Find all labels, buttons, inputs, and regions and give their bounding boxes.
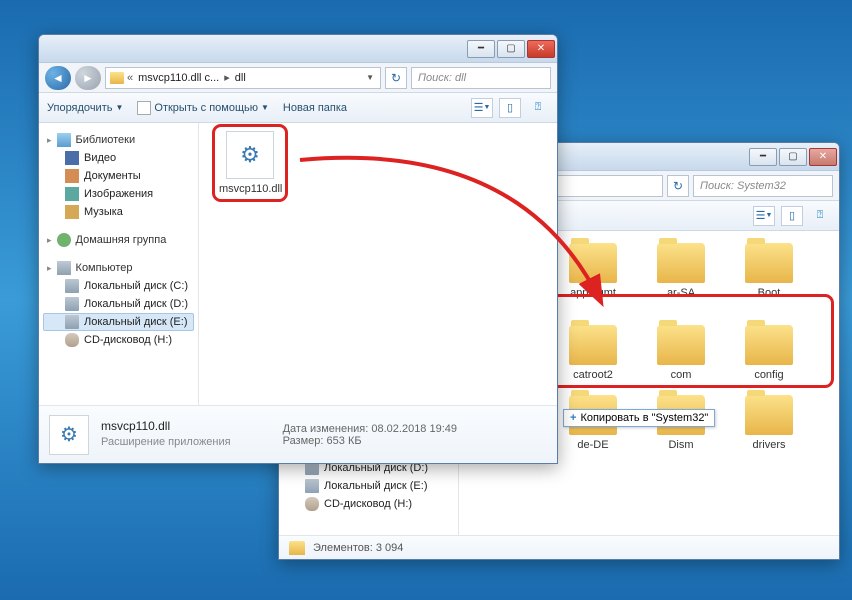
tooltip-text: Копировать в "System32" [580,412,708,424]
explorer-window-dll[interactable]: ━ ▢ ✕ ◄ ► « msvcp110.dll c... ▸ dll ▼ ↻ … [38,34,558,464]
search-placeholder: Поиск: System32 [700,180,786,192]
help-button[interactable]: ⍰ [809,206,831,226]
details-modified-value: 08.02.2018 19:49 [371,423,457,435]
details-pane: ⚙ msvcp110.dll Расширение приложения Дат… [39,405,557,463]
search-placeholder: Поиск: dll [418,72,466,84]
file-msvcp110-dll[interactable]: msvcp110.dll [215,127,285,199]
content-area[interactable]: msvcp110.dll [199,123,557,405]
plus-icon: + [570,412,576,424]
sidebar-documents[interactable]: Документы [43,167,194,185]
sidebar-drive-e[interactable]: Локальный диск (E:) [283,477,454,495]
details-filetype: Расширение приложения [101,435,231,450]
file-thumb-icon [226,131,274,179]
folder-label: Dism [647,439,715,451]
close-button[interactable]: ✕ [809,148,837,166]
sidebar-video[interactable]: Видео [43,149,194,167]
refresh-button[interactable]: ↻ [667,175,689,197]
details-modified-label: Дата изменения: [283,423,369,435]
details-filename: msvcp110.dll [101,418,231,435]
sidebar-homegroup[interactable]: ▸Домашняя группа [43,231,194,249]
minimize-button[interactable]: ━ [467,40,495,58]
new-folder-button[interactable]: Новая папка [283,102,347,114]
crumb-seg-1[interactable]: msvcp110.dll c... [136,72,221,84]
view-button[interactable]: ☰ ▼ [471,98,493,118]
sidebar: ▸Библиотеки Видео Документы Изображения … [39,123,199,405]
drop-tooltip: + Копировать в "System32" [563,409,715,427]
minimize-button[interactable]: ━ [749,148,777,166]
open-with-button[interactable]: Открыть с помощью ▼ [137,101,269,115]
status-text: Элементов: 3 094 [313,542,403,554]
titlebar[interactable]: ━ ▢ ✕ [39,35,557,63]
back-button[interactable]: ◄ [45,66,71,90]
preview-pane-button[interactable]: ▯ [781,206,803,226]
close-button[interactable]: ✕ [527,40,555,58]
folder-icon [110,72,124,84]
folder-icon [657,243,705,283]
breadcrumb[interactable]: « msvcp110.dll c... ▸ dll ▼ [105,67,381,89]
details-size-value: 653 КБ [327,435,362,447]
folder-label: de-DE [559,439,627,451]
sidebar-drive-e[interactable]: Локальный диск (E:) [43,313,194,331]
maximize-button[interactable]: ▢ [779,148,807,166]
forward-button[interactable]: ► [75,66,101,90]
sidebar-drive-h[interactable]: CD-дисковод (H:) [283,495,454,513]
maximize-button[interactable]: ▢ [497,40,525,58]
toolbar: Упорядочить ▼ Открыть с помощью ▼ Новая … [39,93,557,123]
sidebar-images[interactable]: Изображения [43,185,194,203]
sidebar-drive-d[interactable]: Локальный диск (D:) [43,295,194,313]
sidebar-music[interactable]: Музыка [43,203,194,221]
folder-icon [289,541,305,555]
sidebar-drive-c[interactable]: Локальный диск (C:) [43,277,194,295]
crumb-seg-2[interactable]: dll [233,72,248,84]
search-input[interactable]: Поиск: dll [411,67,551,89]
preview-pane-button[interactable]: ▯ [499,98,521,118]
folder-icon [745,243,793,283]
details-thumb-icon: ⚙ [49,415,89,455]
organize-button[interactable]: Упорядочить ▼ [47,102,123,114]
search-input[interactable]: Поиск: System32 [693,175,833,197]
folder-icon [745,395,793,435]
sidebar-libraries[interactable]: ▸Библиотеки [43,131,194,149]
sidebar-drive-h[interactable]: CD-дисковод (H:) [43,331,194,349]
window-body: ▸Библиотеки Видео Документы Изображения … [39,123,557,405]
folder-label: drivers [735,439,803,451]
folder-item[interactable]: drivers [735,395,803,451]
details-size-label: Размер: [283,435,324,447]
file-label: msvcp110.dll [219,183,281,195]
refresh-button[interactable]: ↻ [385,67,407,89]
status-bar: Элементов: 3 094 [279,535,839,559]
sidebar-computer[interactable]: ▸Компьютер [43,259,194,277]
help-button[interactable]: ⍰ [527,98,549,118]
nav-row: ◄ ► « msvcp110.dll c... ▸ dll ▼ ↻ Поиск:… [39,63,557,93]
view-button[interactable]: ☰ ▼ [753,206,775,226]
folder-icon [569,243,617,283]
